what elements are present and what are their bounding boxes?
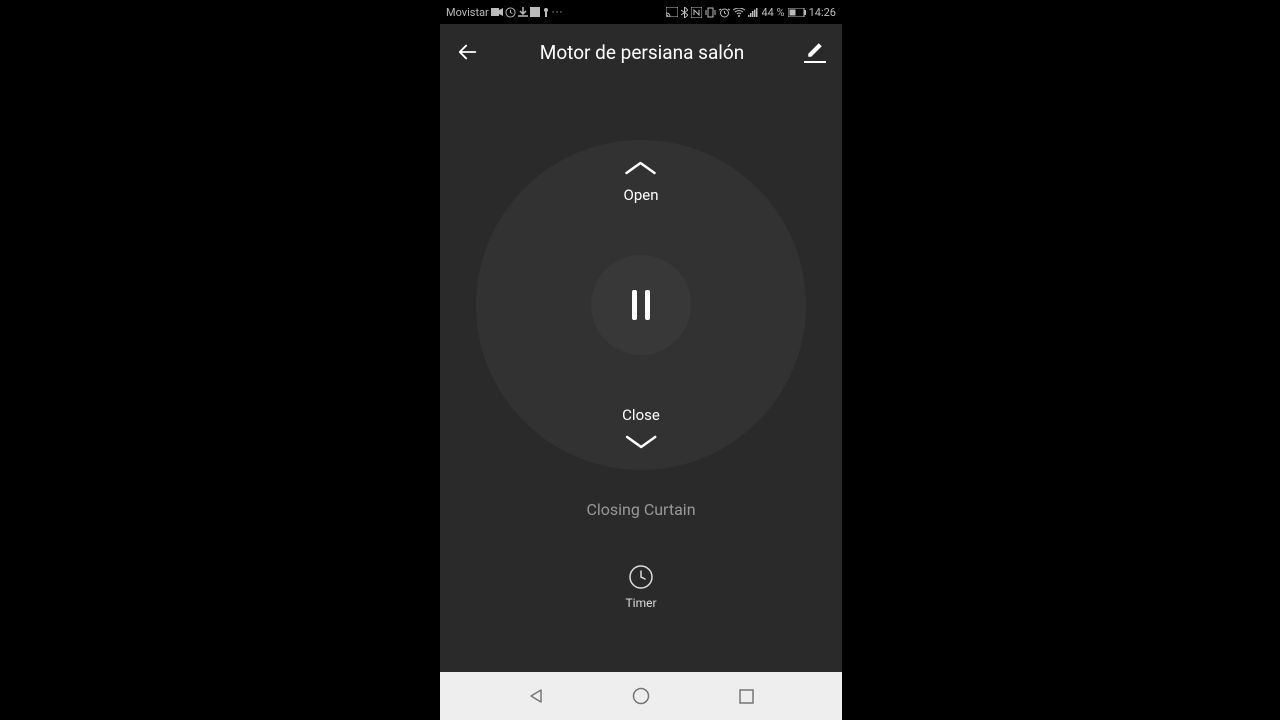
square-recent-icon — [739, 689, 754, 704]
app-screen: Motor de persiana salón Open Close Clo — [440, 24, 842, 672]
edit-button[interactable] — [804, 41, 826, 63]
carrier-label: Movistar — [446, 6, 489, 19]
bluetooth-icon — [681, 7, 688, 18]
status-text: Closing Curtain — [586, 500, 695, 519]
timer-button[interactable]: Timer — [625, 564, 656, 610]
key-icon — [542, 7, 550, 17]
arrow-left-icon — [457, 41, 479, 63]
android-nav-bar — [440, 672, 842, 720]
triangle-back-icon — [528, 688, 544, 704]
more-icon: ··· — [552, 6, 564, 19]
nav-back-button[interactable] — [526, 686, 546, 706]
status-bar: Movistar ··· 44 % 14:26 — [440, 0, 842, 24]
back-button[interactable] — [456, 40, 480, 64]
open-label: Open — [624, 186, 659, 204]
whatsapp-icon — [505, 7, 516, 18]
vibrate-icon — [705, 7, 716, 18]
clock-label: 14:26 — [809, 6, 836, 19]
app-icon — [530, 7, 540, 17]
control-area: Open Close Closing Curtain Timer — [440, 80, 842, 672]
clock-icon — [628, 564, 654, 590]
chevron-down-icon — [624, 434, 658, 450]
download-icon — [518, 7, 528, 17]
cast-icon — [666, 7, 678, 17]
chevron-up-icon — [624, 160, 658, 176]
control-dial: Open Close — [476, 140, 806, 470]
open-button[interactable]: Open — [624, 160, 659, 204]
wifi-icon — [733, 8, 745, 17]
app-header: Motor de persiana salón — [440, 24, 842, 80]
close-button[interactable]: Close — [622, 406, 660, 450]
video-icon — [491, 8, 503, 16]
pause-icon — [628, 290, 654, 320]
page-title: Motor de persiana salón — [496, 41, 788, 64]
battery-percent: 44 % — [761, 6, 784, 19]
alarm-icon — [719, 7, 730, 18]
nfc-icon — [691, 7, 702, 18]
pause-button[interactable] — [591, 255, 691, 355]
circle-home-icon — [632, 687, 650, 705]
nav-home-button[interactable] — [631, 686, 651, 706]
close-label: Close — [622, 406, 660, 424]
phone-frame: Movistar ··· 44 % 14:26 Motor de — [440, 0, 842, 720]
nav-recent-button[interactable] — [737, 686, 757, 706]
signal-icon — [748, 8, 758, 17]
pencil-icon — [806, 41, 824, 59]
battery-icon — [788, 8, 806, 17]
timer-label: Timer — [625, 596, 656, 610]
